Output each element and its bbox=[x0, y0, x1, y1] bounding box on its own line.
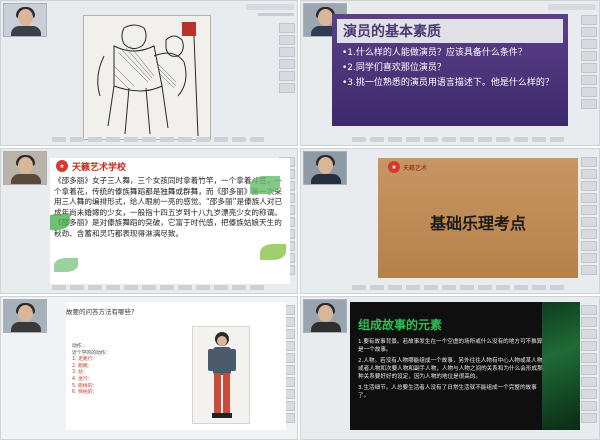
doc-question: 故要的问答方法有哪些？ bbox=[66, 308, 138, 316]
panel-toolbar[interactable] bbox=[2, 136, 296, 144]
slide-music-theory: ★ 天籁艺术 基础乐理考点 bbox=[378, 158, 578, 278]
doc-list: 动作 : 近个学的的动作： 1. 走路行： 2. 跑跳： 3. 站： 4. 坐行… bbox=[72, 344, 110, 397]
window-controls[interactable] bbox=[246, 4, 294, 10]
slide-title: 基础乐理考点 bbox=[429, 214, 526, 233]
thumbnail-strip[interactable] bbox=[279, 23, 295, 95]
slide-actor-qualities: 演员的基本素质 •1.什么样的人能做演员？应该具备什么条件？ •2.同学们喜欢那… bbox=[332, 14, 568, 126]
slide-bullets: •1.什么样的人能做演员？应该具备什么条件？ •2.同学们喜欢那位演员？ •3.… bbox=[342, 47, 568, 89]
window-controls[interactable] bbox=[548, 4, 596, 10]
video-panel-1[interactable] bbox=[0, 0, 298, 146]
slide-title: 演员的基本素质 bbox=[343, 24, 441, 40]
school-logo-icon: ★ bbox=[56, 160, 68, 172]
logo-text: 天籁艺术 bbox=[403, 164, 428, 172]
slide-logo: ★ 天籁艺术 bbox=[388, 161, 427, 173]
slide-paragraph: 1.要有故事背景。若故事发生在一个空虚的场所或什么没有的地方可不推算是一个故事。 bbox=[358, 339, 543, 353]
doc-list-item: 4. 坐行： bbox=[72, 376, 93, 382]
slide-paragraph: 2.人物。若没有人物哪能组成一个故事，另外往往人物有中心人物或某人物或者人物和次… bbox=[358, 358, 543, 380]
panel-toolbar[interactable] bbox=[2, 284, 296, 292]
green-accent-bar bbox=[542, 302, 580, 430]
doc-list-item: 6. 侧拍的： bbox=[72, 390, 98, 396]
slide-body: 1.要有故事背景。若故事发生在一个空虚的场所或什么没有的地方可不推算是一个故事。… bbox=[358, 338, 546, 400]
slide-header: ★ 天籁艺术学校 bbox=[50, 158, 290, 174]
school-logo-icon: ★ bbox=[388, 161, 400, 173]
panel-toolbar[interactable] bbox=[302, 136, 598, 144]
bullet-item: •1.什么样的人能做演员？应该具备什么条件？ bbox=[342, 48, 527, 58]
bullet-item: •2.同学们喜欢那位演员？ bbox=[342, 63, 446, 73]
document-page: 故要的问答方法有哪些？ 动作 : 近个学的的动作： 1. 走路行： 2. 跑跳：… bbox=[66, 302, 286, 430]
panel-toolbar[interactable] bbox=[302, 284, 598, 292]
info-line bbox=[258, 13, 294, 16]
leaf-decoration bbox=[54, 258, 78, 272]
thumbnail-strip[interactable] bbox=[581, 305, 597, 425]
person-figure bbox=[208, 332, 236, 418]
school-brand: 天籁艺术学校 bbox=[72, 162, 127, 173]
thumbnail-strip[interactable] bbox=[581, 15, 597, 111]
sketch-drawing bbox=[97, 22, 199, 137]
shared-sketch-image bbox=[83, 15, 211, 140]
slide-paragraph: 3.生活细节。人总要生活者人没有了日常生活就不能组成一个完整的故事了。 bbox=[358, 385, 537, 399]
slide-title: 组成故事的元素 bbox=[358, 318, 443, 332]
participant-camera[interactable] bbox=[3, 299, 47, 333]
slide-title-bar: 演员的基本素质 bbox=[337, 19, 563, 43]
slide-story-elements: 组成故事的元素 1.要有故事背景。若故事发生在一个空虚的场所或什么没有的地方可不… bbox=[350, 302, 580, 430]
slide-dance-description: ★ 天籁艺术学校 《邵多丽》女子三人舞，三个女孩同时拿着竹竿，一个拿着斗笠，一个… bbox=[50, 158, 290, 284]
doc-list-item: 3. 站： bbox=[72, 370, 88, 376]
bullet-item: •3.挑一位熟悉的演员用语言描述下。他是什么样的？ bbox=[342, 78, 554, 88]
participant-camera[interactable] bbox=[3, 151, 47, 185]
leaf-decoration bbox=[250, 176, 280, 194]
participant-camera[interactable] bbox=[303, 151, 347, 185]
doc-list-item: 1. 走路行： bbox=[72, 357, 98, 363]
leaf-decoration bbox=[260, 244, 286, 260]
doc-list-item: 动作 : bbox=[72, 344, 85, 349]
thumbnail-strip[interactable] bbox=[581, 157, 597, 277]
participant-camera[interactable] bbox=[303, 299, 347, 333]
student-photo bbox=[192, 326, 250, 424]
participant-camera[interactable] bbox=[3, 3, 47, 37]
